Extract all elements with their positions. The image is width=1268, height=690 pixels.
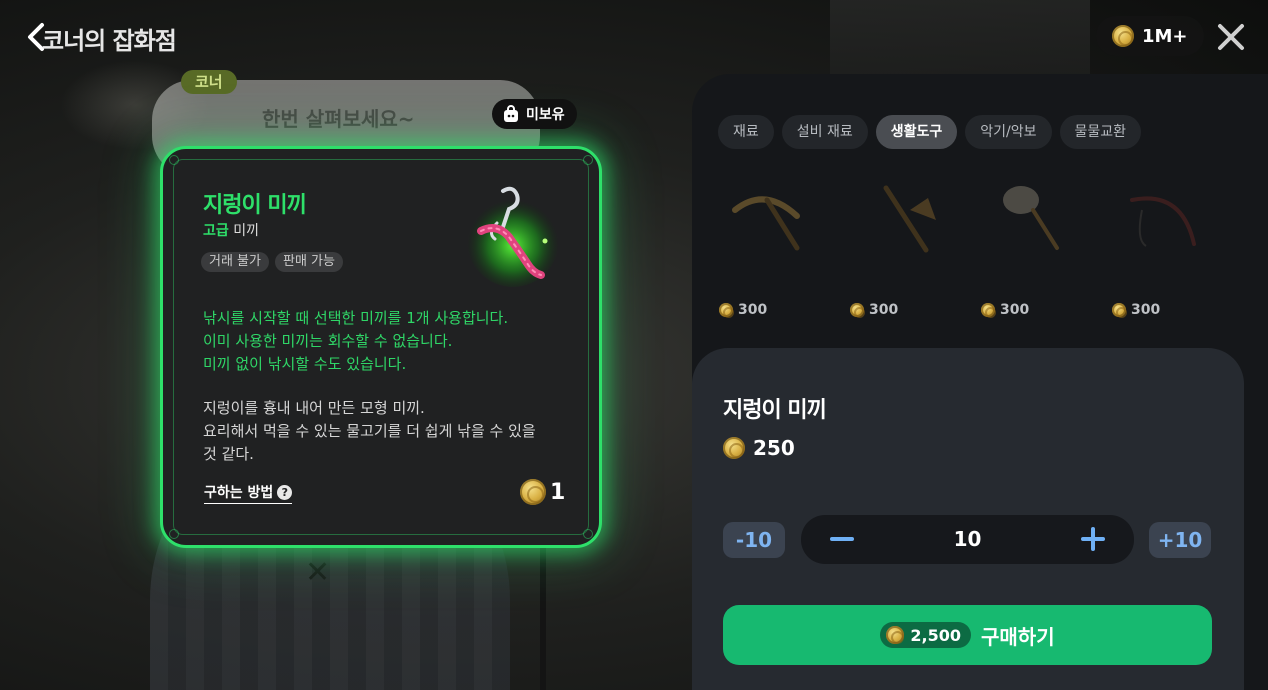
how-to-get-label: 구하는 방법 (204, 485, 274, 501)
item-detail-card: 지렁이 미끼 고급 미끼 거래 불가 판매 가능 낚시를 시작할 때 선택한 미… (160, 146, 602, 548)
item-category: 미끼 (233, 223, 259, 239)
item-price: 300 (850, 302, 898, 318)
bug-net-icon (1003, 186, 1059, 250)
flavor-line: 것 같다. (203, 445, 254, 463)
item-effect-description: 낚시를 시작할 때 선택한 미끼를 1개 사용합니다. 이미 사용한 미끼는 회… (203, 307, 583, 376)
category-tabs: 재료 설비 재료 생활도구 악기/악보 물물교환 (718, 115, 1142, 149)
ownership-badge: 미보유 (492, 99, 577, 129)
item-price-value: 300 (869, 302, 899, 318)
item-price: 300 (981, 302, 1029, 318)
help-icon: ? (277, 484, 293, 500)
buy-label: 구매하기 (981, 624, 1055, 649)
close-button[interactable] (1216, 22, 1246, 52)
coin-icon (719, 303, 734, 318)
coin-icon (520, 479, 546, 505)
x-mark-decoration: ✕ (305, 555, 331, 590)
purchase-item-name: 지렁이 미끼 (723, 398, 827, 423)
shop-item[interactable]: 300 (719, 170, 839, 325)
coin-icon (886, 626, 905, 644)
effect-line: 이미 사용한 미끼는 회수할 수 없습니다. (203, 332, 453, 350)
tab-facility-materials[interactable]: 설비 재료 (781, 115, 868, 149)
quantity-stepper: 10 (801, 515, 1134, 564)
page-title: 코너의 잡화점 (42, 27, 177, 55)
item-price-value: 300 (1000, 302, 1030, 318)
bag-icon (504, 105, 518, 122)
corner-ornament (169, 155, 179, 165)
item-price-value: 300 (1131, 302, 1161, 318)
item-price: 300 (719, 302, 767, 318)
plus-icon[interactable] (1080, 526, 1106, 552)
item-flavor-description: 지렁이를 흉내 내어 만든 모형 미끼. 요리해서 먹을 수 있는 물고기를 더… (203, 397, 583, 466)
item-price: 300 (1112, 302, 1160, 318)
tab-materials[interactable]: 재료 (718, 115, 774, 149)
effect-line: 낚시를 시작할 때 선택한 미끼를 1개 사용합니다. (203, 309, 509, 327)
tag-sellable: 판매 가능 (274, 252, 343, 272)
coin-icon (723, 437, 745, 459)
item-price-value: 300 (738, 302, 768, 318)
total-cost: 2,500 (880, 622, 971, 648)
pickaxe-icon (732, 196, 800, 251)
item-name: 지렁이 미끼 (203, 193, 307, 218)
coin-icon (850, 303, 865, 318)
unit-price-value: 250 (753, 436, 795, 460)
shop-item[interactable]: 300 (1112, 170, 1232, 325)
item-tags: 거래 불가 판매 가능 (201, 252, 343, 272)
shop-item[interactable]: 300 (850, 170, 970, 325)
tab-barter[interactable]: 물물교환 (1059, 115, 1142, 149)
item-grade: 고급 (203, 223, 229, 239)
corner-ornament (583, 155, 593, 165)
buy-button[interactable]: 2,500 구매하기 (723, 605, 1212, 665)
corner-ornament (583, 529, 593, 539)
effect-line: 미끼 없이 낚시할 수도 있습니다. (203, 355, 407, 373)
currency-display: 1M+ (1096, 16, 1204, 56)
worm-bait-icon (467, 186, 559, 287)
ownership-label: 미보유 (526, 107, 565, 123)
currency-amount: 1M+ (1142, 25, 1188, 47)
axe-icon (883, 185, 936, 253)
how-to-get-link[interactable]: 구하는 방법 ? (204, 482, 293, 504)
total-cost-value: 2,500 (910, 625, 961, 645)
coin-icon (981, 303, 996, 318)
tab-instruments-sheets[interactable]: 악기/악보 (965, 115, 1052, 149)
minus-10-button[interactable]: -10 (723, 522, 785, 558)
speaker-tag: 코너 (181, 70, 237, 94)
shop-item[interactable]: 300 (981, 170, 1101, 325)
corner-ornament (169, 529, 179, 539)
owned-count: 1 (520, 479, 565, 505)
owned-count-value: 1 (550, 479, 566, 505)
coin-icon (1112, 25, 1134, 47)
tag-trade-restriction: 거래 불가 (201, 252, 269, 272)
fishing-rod-icon (1130, 196, 1196, 247)
coin-icon (1112, 303, 1127, 318)
speech-text: 한번 살펴보세요~ (262, 107, 415, 131)
plus-10-button[interactable]: +10 (1149, 522, 1211, 558)
flavor-line: 지렁이를 흉내 내어 만든 모형 미끼. (203, 399, 425, 417)
unit-price: 250 (723, 436, 795, 460)
close-icon (1218, 24, 1244, 50)
item-grade-line: 고급 미끼 (203, 220, 259, 240)
flavor-line: 요리해서 먹을 수 있는 물고기를 더 쉽게 낚을 수 있을 (203, 422, 536, 440)
tab-life-tools[interactable]: 생활도구 (875, 115, 958, 149)
